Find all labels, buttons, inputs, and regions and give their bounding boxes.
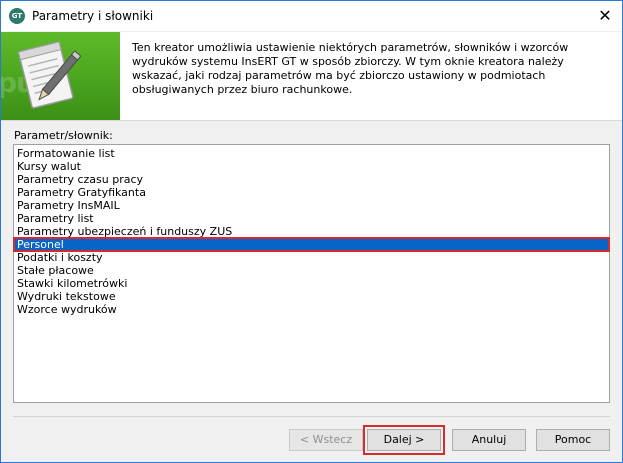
list-item[interactable]: Parametry InsMAIL	[14, 199, 609, 212]
notepad-pencil-icon	[17, 41, 81, 109]
list-item[interactable]: Stałe płacowe	[14, 264, 609, 277]
help-button[interactable]: Pomoc	[536, 429, 610, 451]
title-bar: GT Parametry i słowniki ✕	[1, 1, 622, 31]
wizard-header: pu Ten kreator umożliwia ustawi	[1, 32, 622, 121]
list-item[interactable]: Podatki i koszty	[14, 251, 609, 264]
close-button[interactable]: ✕	[588, 1, 622, 31]
list-item[interactable]: Parametry czasu pracy	[14, 173, 609, 186]
button-divider	[13, 416, 610, 417]
list-label: Parametr/słownik:	[14, 129, 113, 142]
close-icon: ✕	[598, 6, 612, 25]
wizard-window: GT Parametry i słowniki ✕ pu	[0, 0, 623, 463]
header-banner: pu	[1, 32, 120, 120]
list-item[interactable]: Kursy walut	[14, 160, 609, 173]
back-button[interactable]: < Wstecz	[289, 429, 363, 451]
app-icon: GT	[9, 8, 25, 24]
parameter-listbox[interactable]: Formatowanie list Kursy walut Parametry cz…	[13, 144, 610, 403]
wizard-description: Ten kreator umożliwia ustawienie niektór…	[132, 41, 569, 96]
window-title: Parametry i słowniki	[32, 9, 154, 23]
list-item[interactable]: Parametry Gratyfikanta	[14, 186, 609, 199]
list-item[interactable]: Formatowanie list	[14, 147, 609, 160]
list-item[interactable]: Parametry list	[14, 212, 609, 225]
next-button[interactable]: Dalej >	[363, 425, 445, 455]
list-item[interactable]: Stawki kilometrówki	[14, 277, 609, 290]
list-item[interactable]: Wzorce wydruków	[14, 303, 609, 316]
list-item[interactable]: Wydruki tekstowe	[14, 290, 609, 303]
list-item-selected[interactable]: Personel	[13, 237, 610, 252]
cancel-button[interactable]: Anuluj	[452, 429, 526, 451]
list-item[interactable]: Parametry ubezpieczeń i funduszy ZUS	[14, 225, 609, 238]
